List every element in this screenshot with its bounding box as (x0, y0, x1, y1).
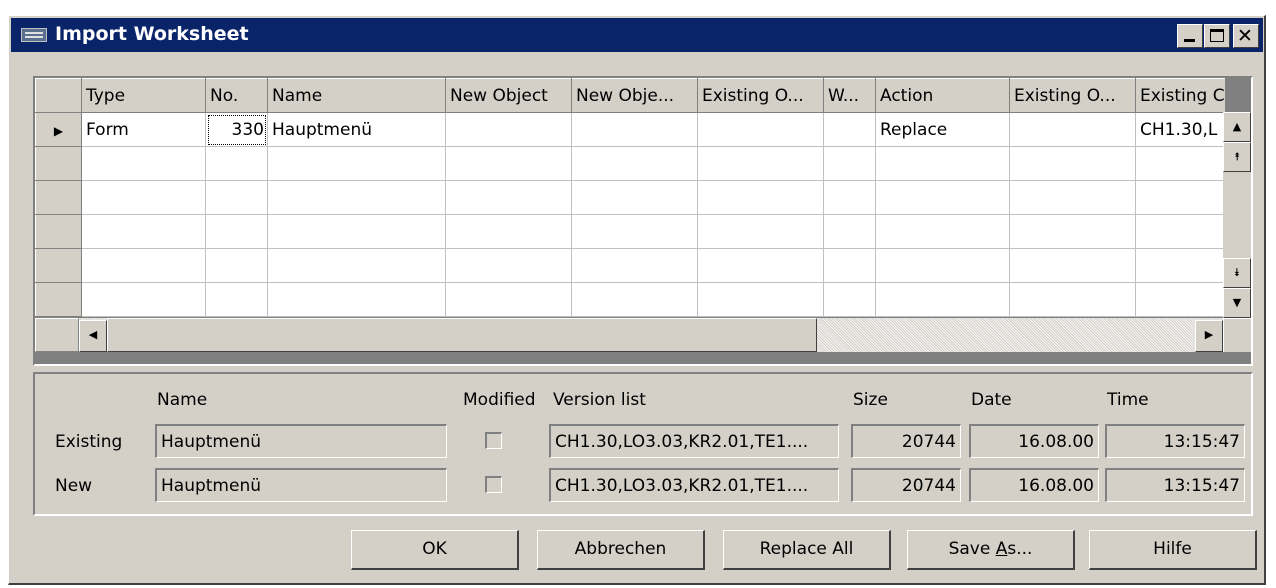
cell-new-object[interactable] (445, 112, 572, 147)
column-header-new-object[interactable]: New Object (445, 78, 572, 113)
column-header-name[interactable]: Name (267, 78, 446, 113)
import-worksheet-window: Import Worksheet ✕ Type No. Name New Obj… (8, 15, 1266, 585)
arrow-right-icon: ▶ (1204, 328, 1214, 341)
table-row[interactable] (35, 282, 1226, 317)
row-selector[interactable] (35, 146, 82, 181)
column-header-existing-c[interactable]: Existing C (1135, 78, 1226, 113)
ok-button[interactable]: OK (351, 530, 519, 570)
cell-new-object-2[interactable] (571, 112, 698, 147)
save-as-label-suffix: s... (1007, 539, 1033, 559)
save-as-label-accelerator: A (995, 539, 1008, 559)
help-button[interactable]: Hilfe (1089, 530, 1257, 570)
header-date: Date (971, 390, 1012, 410)
scroll-up-button[interactable]: ▲ (1223, 112, 1251, 142)
new-date-field: 16.08.00 (969, 468, 1099, 502)
double-arrow-up-icon: ⯭ (1233, 150, 1241, 163)
header-name: Name (157, 390, 208, 410)
grid-corner (35, 318, 79, 352)
scroll-down-button[interactable]: ▼ (1223, 288, 1251, 318)
column-header-w[interactable]: W... (823, 78, 876, 113)
maximize-icon (1210, 29, 1224, 42)
column-header-no[interactable]: No. (205, 78, 268, 113)
header-modified: Modified (463, 390, 536, 410)
horizontal-scrollbar[interactable]: ◀ ▶ (79, 318, 1223, 352)
cancel-button[interactable]: Abbrechen (537, 530, 705, 570)
row-selector[interactable] (35, 248, 82, 283)
vertical-scrollbar[interactable]: ▲ ⯭ ⯯ ▼ (1223, 112, 1251, 318)
cell-name[interactable]: Hauptmenü (267, 112, 446, 147)
header-size: Size (853, 390, 888, 410)
header-version-list: Version list (553, 390, 646, 410)
cell-no[interactable]: 330 (205, 112, 268, 147)
new-modified-checkbox (485, 476, 502, 493)
cell-w[interactable] (823, 112, 876, 147)
scroll-corner (1223, 318, 1251, 352)
column-header-action[interactable]: Action (875, 78, 1010, 113)
header-time: Time (1107, 390, 1149, 410)
existing-version-list-field: CH1.30,LO3.03,KR2.01,TE1.... (549, 424, 839, 458)
new-name-field: Hauptmenü (155, 468, 447, 502)
table-row[interactable]: ▶ Form 330 Hauptmenü Replace CH1.30,L (35, 112, 1226, 147)
cell-existing-object-2[interactable] (1009, 112, 1136, 147)
cell-type[interactable]: Form (81, 112, 206, 147)
column-header-new-object-2[interactable]: New Obje... (571, 78, 698, 113)
row-selector[interactable] (35, 214, 82, 249)
table-row[interactable] (35, 146, 1226, 181)
table-row[interactable] (35, 214, 1226, 249)
column-header-existing-object-2[interactable]: Existing O... (1009, 78, 1136, 113)
corner-header[interactable] (35, 78, 82, 113)
object-details-panel: Name Modified Version list Size Date Tim… (33, 372, 1253, 516)
row-pointer-icon: ▶ (53, 123, 64, 138)
existing-name-field: Hauptmenü (155, 424, 447, 458)
title-bar[interactable]: Import Worksheet ✕ (11, 18, 1263, 52)
new-time-field: 13:15:47 (1105, 468, 1245, 502)
arrow-up-icon: ▲ (1232, 120, 1242, 133)
worksheet-table: Type No. Name New Object New Obje... Exi… (35, 78, 1226, 317)
row-selector[interactable] (35, 282, 82, 317)
row-selector[interactable] (35, 180, 82, 215)
existing-size-field: 20744 (851, 424, 961, 458)
scroll-right-button[interactable]: ▶ (1195, 320, 1223, 352)
save-as-label-prefix: Save (948, 539, 996, 559)
worksheet-grid: Type No. Name New Object New Obje... Exi… (33, 76, 1253, 366)
table-row[interactable] (35, 180, 1226, 215)
minimize-button[interactable] (1177, 24, 1203, 48)
new-size-field: 20744 (851, 468, 961, 502)
double-arrow-down-icon: ⯯ (1233, 266, 1241, 279)
cell-existing-c[interactable]: CH1.30,L (1135, 112, 1226, 147)
scroll-page-up-button[interactable]: ⯭ (1223, 142, 1251, 172)
new-version-list-field: CH1.30,LO3.03,KR2.01,TE1.... (549, 468, 839, 502)
row-selector[interactable]: ▶ (35, 112, 82, 147)
arrow-down-icon: ▼ (1232, 296, 1242, 309)
existing-time-field: 13:15:47 (1105, 424, 1245, 458)
existing-date-field: 16.08.00 (969, 424, 1099, 458)
cell-existing-object[interactable] (697, 112, 824, 147)
horizontal-scroll-thumb[interactable] (107, 318, 817, 352)
maximize-button[interactable] (1204, 24, 1230, 48)
arrow-left-icon: ◀ (88, 328, 98, 341)
window-title: Import Worksheet (55, 23, 249, 45)
scroll-left-button[interactable]: ◀ (79, 320, 107, 352)
replace-all-button[interactable]: Replace All (723, 530, 891, 570)
minimize-icon (1184, 39, 1195, 42)
column-header-type[interactable]: Type (81, 78, 206, 113)
table-row[interactable] (35, 248, 1226, 283)
existing-modified-checkbox (485, 432, 502, 449)
new-label: New (55, 476, 93, 496)
existing-label: Existing (55, 432, 123, 452)
save-as-button[interactable]: Save As... (907, 530, 1075, 570)
column-header-existing-object[interactable]: Existing O... (697, 78, 824, 113)
scroll-page-down-button[interactable]: ⯯ (1223, 258, 1251, 288)
table-header-row: Type No. Name New Object New Obje... Exi… (35, 78, 1226, 113)
cell-action[interactable]: Replace (875, 112, 1010, 147)
close-button[interactable]: ✕ (1233, 24, 1259, 48)
close-icon: ✕ (1237, 25, 1253, 47)
app-icon (21, 28, 47, 42)
